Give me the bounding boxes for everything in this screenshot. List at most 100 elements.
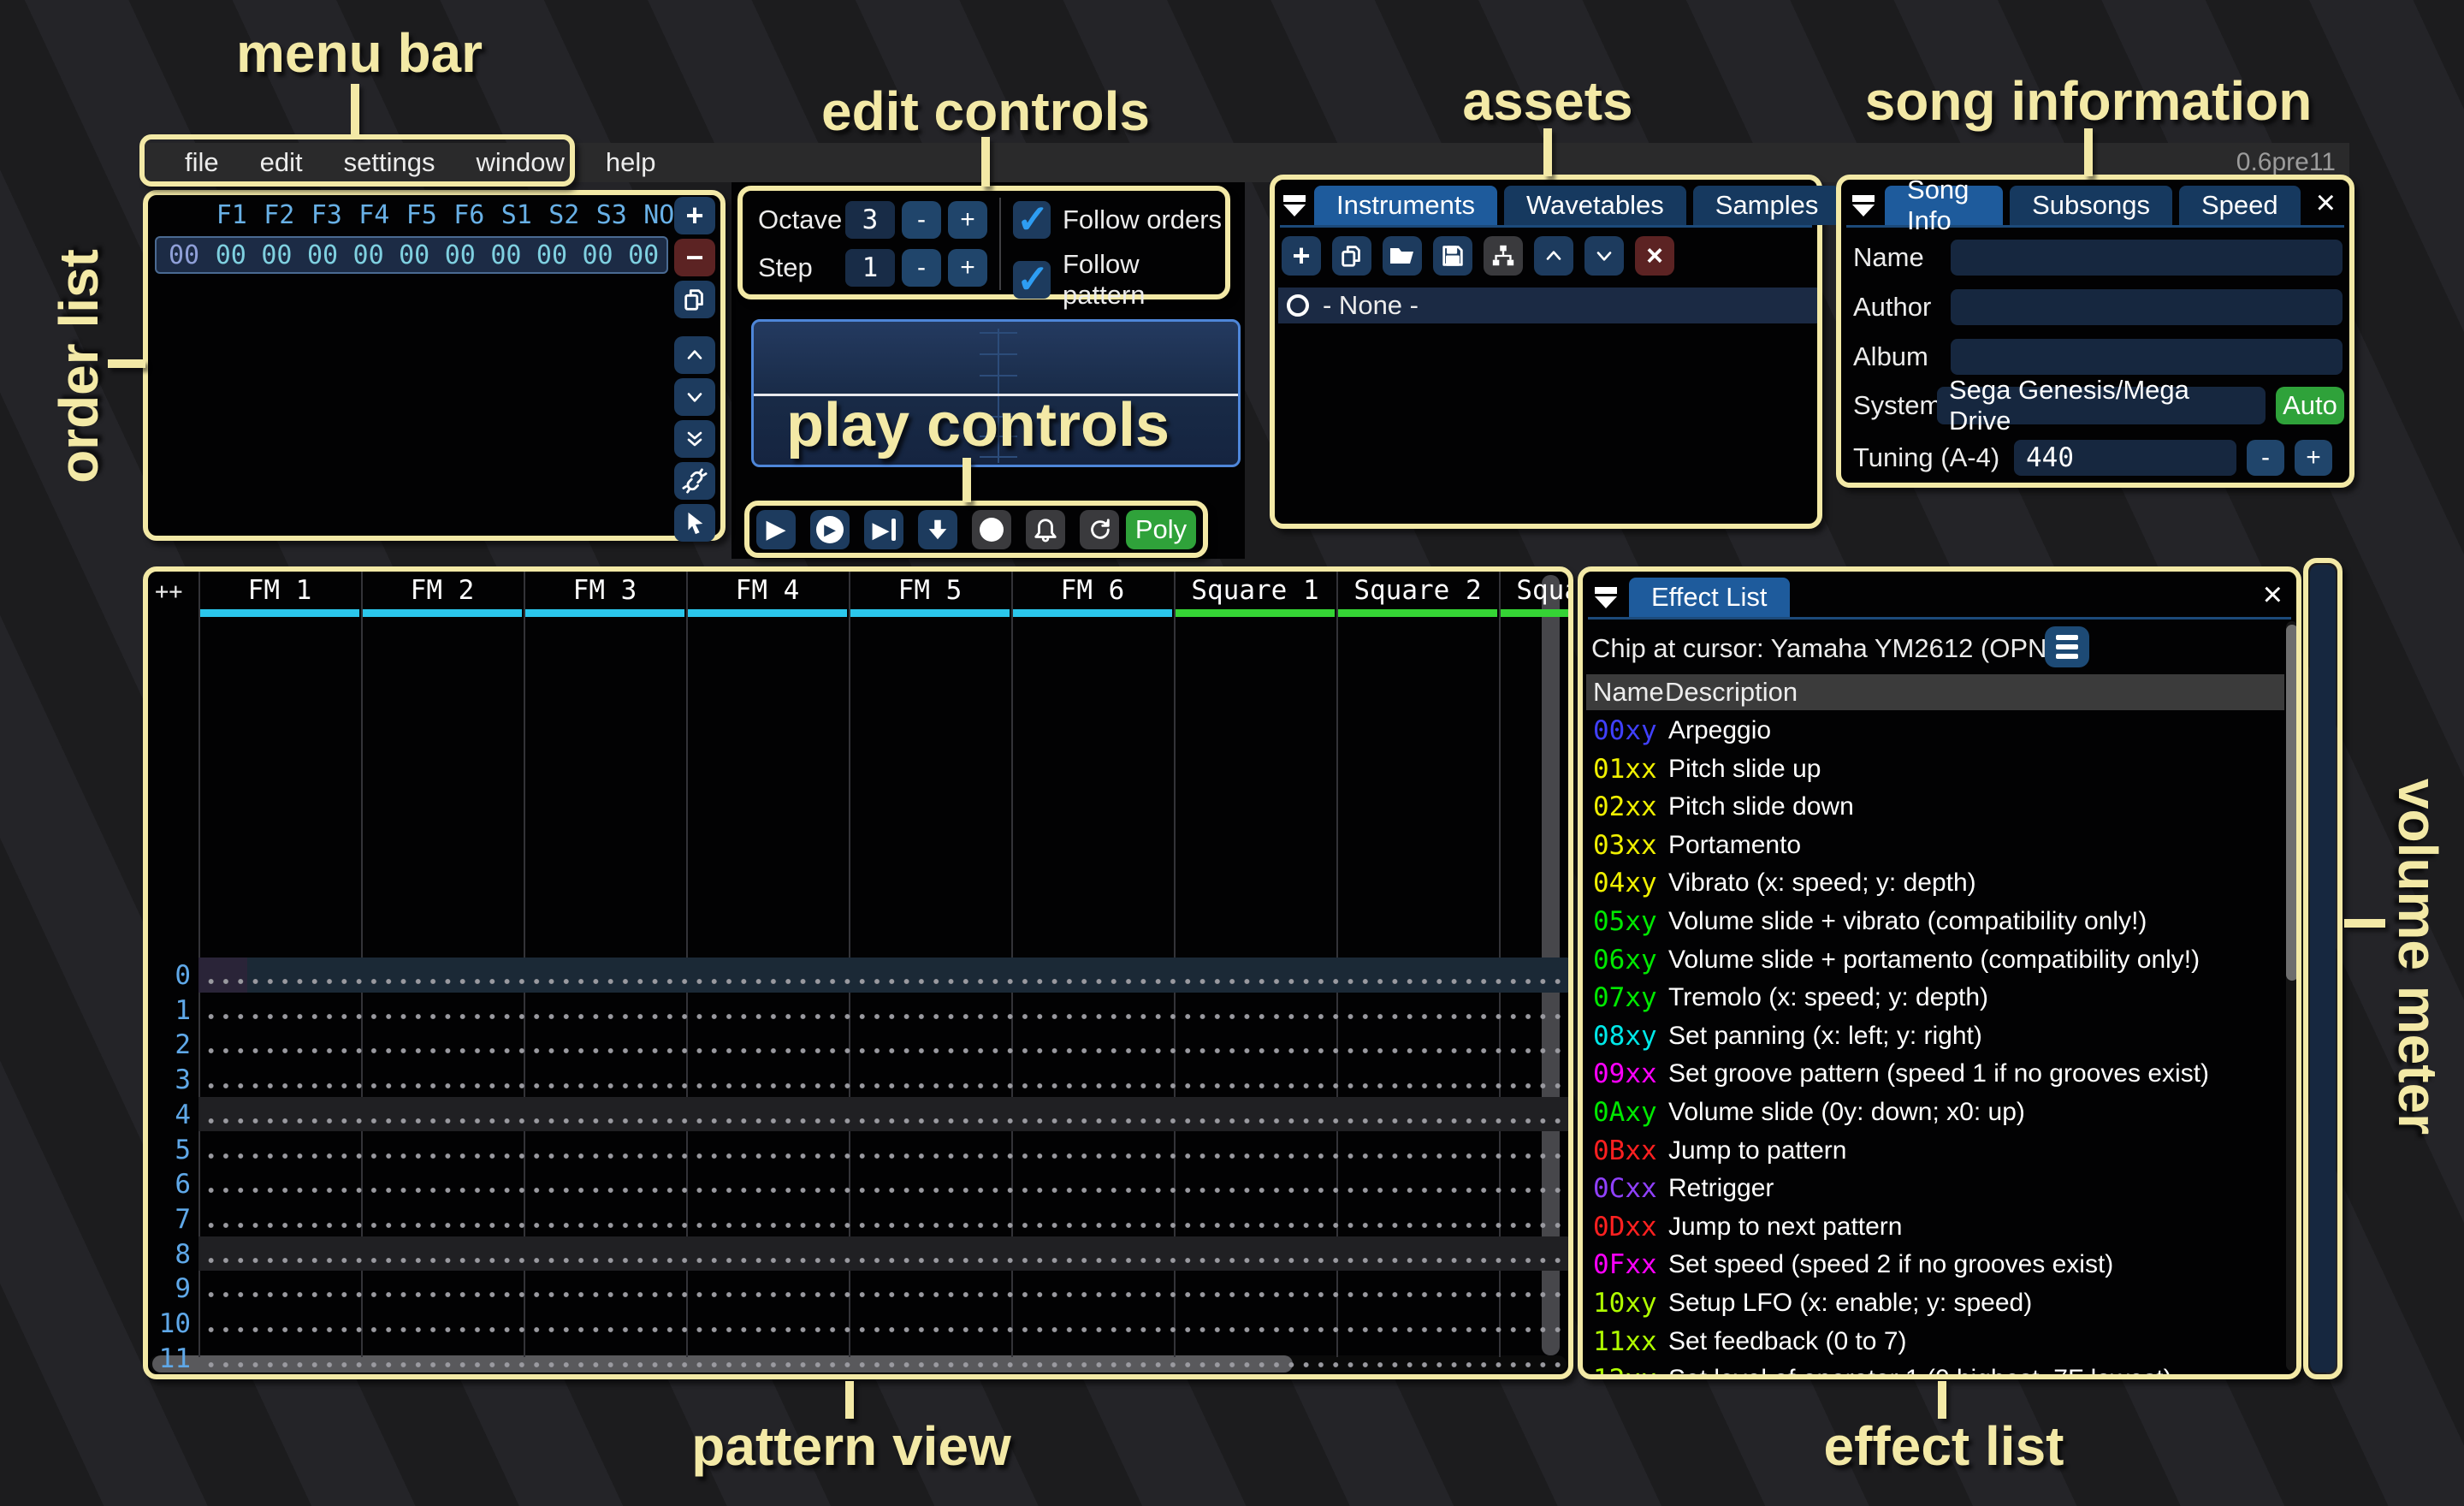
effect-row[interactable]: 02xxPitch slide down xyxy=(1593,788,2271,826)
order-cell[interactable]: 00 xyxy=(437,240,483,270)
order-cell[interactable]: 00 xyxy=(208,240,254,270)
order-column-S2[interactable]: S2 xyxy=(541,200,589,230)
step-value[interactable]: 1 xyxy=(845,249,895,287)
close-icon[interactable]: × xyxy=(2307,186,2344,220)
channel-header-fm-1[interactable]: FM 1 xyxy=(198,573,361,608)
follow-orders-checkbox[interactable]: ✓ xyxy=(1013,201,1051,239)
toggle-folders-button[interactable] xyxy=(1484,236,1523,276)
tab-samples[interactable]: Samples xyxy=(1693,186,1841,225)
effect-row[interactable]: 06xyVolume slide + portamento (compatibi… xyxy=(1593,941,2271,979)
move-up-button[interactable] xyxy=(1534,236,1573,276)
empty-pattern-cells[interactable] xyxy=(204,1325,1573,1335)
order-cell[interactable]: 00 xyxy=(620,240,666,270)
step-increase-button[interactable]: + xyxy=(948,249,987,287)
tuning-field[interactable]: 440 xyxy=(2014,440,2236,476)
effect-row[interactable]: 03xxPortamento xyxy=(1593,827,2271,864)
octave-value[interactable]: 3 xyxy=(845,201,895,239)
effect-row[interactable]: 05xyVolume slide + vibrato (compatibilit… xyxy=(1593,903,2271,940)
octave-increase-button[interactable]: + xyxy=(948,201,987,239)
duplicate-to-end-button[interactable] xyxy=(674,420,715,458)
empty-pattern-cells[interactable] xyxy=(204,1116,1573,1126)
effect-row[interactable]: 0DxxJump to next pattern xyxy=(1593,1208,2271,1246)
move-up-button[interactable] xyxy=(674,336,715,374)
effect-row[interactable]: 0FxxSet speed (speed 2 if no grooves exi… xyxy=(1593,1246,2271,1284)
order-column-F3[interactable]: F3 xyxy=(303,200,351,230)
empty-pattern-cells[interactable] xyxy=(204,1360,1573,1370)
effect-row[interactable]: 08xySet panning (x: left; y: right) xyxy=(1593,1017,2271,1055)
tab-wavetables[interactable]: Wavetables xyxy=(1504,186,1686,225)
move-down-button[interactable] xyxy=(674,378,715,416)
order-column-S3[interactable]: S3 xyxy=(588,200,636,230)
follow-orders-row[interactable]: ✓ Follow orders xyxy=(1013,201,1222,239)
order-cell[interactable]: 00 xyxy=(254,240,300,270)
asset-list-item[interactable]: - None - xyxy=(1278,288,1817,323)
channel-header-fm-5[interactable]: FM 5 xyxy=(849,573,1011,608)
save-button[interactable] xyxy=(1433,236,1472,276)
metronome-button[interactable] xyxy=(1026,510,1065,549)
order-column-F4[interactable]: F4 xyxy=(351,200,399,230)
window-menu-icon[interactable] xyxy=(1283,191,1306,220)
open-button[interactable] xyxy=(1383,236,1422,276)
channel-header-square-1[interactable]: Square 1 xyxy=(1174,573,1336,608)
channel-header-square-2[interactable]: Square 2 xyxy=(1336,573,1499,608)
empty-pattern-cells[interactable] xyxy=(204,1185,1573,1195)
effect-row[interactable]: 07xyTremolo (x: speed; y: depth) xyxy=(1593,979,2271,1017)
remove-button[interactable]: − xyxy=(674,239,715,276)
menu-help[interactable]: help xyxy=(585,147,677,178)
move-cursor-down-button[interactable] xyxy=(918,510,957,549)
play-button[interactable]: ▶ xyxy=(756,510,796,549)
add-button[interactable]: + xyxy=(1282,236,1321,276)
tuning-increase-button[interactable]: + xyxy=(2295,440,2332,476)
order-column-F6[interactable]: F6 xyxy=(446,200,494,230)
tuning-decrease-button[interactable]: - xyxy=(2247,440,2284,476)
order-cell[interactable]: 00 xyxy=(299,240,346,270)
window-menu-icon[interactable] xyxy=(1850,191,1876,220)
poly-button[interactable]: Poly xyxy=(1126,510,1196,549)
order-cell[interactable]: 00 xyxy=(529,240,575,270)
album-field[interactable] xyxy=(1951,339,2343,375)
tab-instruments[interactable]: Instruments xyxy=(1314,186,1497,225)
effect-row[interactable]: 11xxSet feedback (0 to 7) xyxy=(1593,1323,2271,1361)
deep-clone-button[interactable] xyxy=(674,462,715,500)
effect-row[interactable]: 00xyArpeggio xyxy=(1593,712,2271,750)
effect-list-scrollbar-thumb[interactable] xyxy=(2286,625,2298,981)
effect-row[interactable]: 04xyVibrato (x: speed; y: depth) xyxy=(1593,864,2271,902)
pattern-cursor-cell[interactable] xyxy=(198,958,247,993)
order-column-F5[interactable]: F5 xyxy=(398,200,446,230)
auto-button[interactable]: Auto xyxy=(2276,387,2344,424)
add-button[interactable]: + xyxy=(674,197,715,234)
order-column-F1[interactable]: F1 xyxy=(208,200,256,230)
order-column-F2[interactable]: F2 xyxy=(256,200,304,230)
channel-header-fm-6[interactable]: FM 6 xyxy=(1011,573,1174,608)
delete-button[interactable]: × xyxy=(1635,236,1674,276)
author-field[interactable] xyxy=(1951,289,2343,325)
effect-row[interactable]: 0CxxRetrigger xyxy=(1593,1170,2271,1207)
empty-pattern-cells[interactable] xyxy=(204,1081,1573,1091)
tab-speed[interactable]: Speed xyxy=(2179,186,2301,225)
duplicate-button[interactable] xyxy=(1332,236,1371,276)
step-one-row-button[interactable]: ▶ xyxy=(864,510,903,549)
effect-row[interactable]: 0AxyVolume slide (0y: down; x0: up) xyxy=(1593,1094,2271,1131)
effect-list-scrollbar-track[interactable] xyxy=(2286,621,2298,1371)
effect-row[interactable]: 01xxPitch slide up xyxy=(1593,750,2271,788)
move-down-button[interactable] xyxy=(1584,236,1624,276)
order-cell[interactable]: 00 xyxy=(346,240,392,270)
octave-decrease-button[interactable]: - xyxy=(902,201,941,239)
name-field[interactable] xyxy=(1951,240,2343,276)
tab-song-info[interactable]: Song Info xyxy=(1885,186,2003,225)
system-select[interactable]: Sega Genesis/Mega Drive xyxy=(1937,387,2266,424)
channel-header-fm-2[interactable]: FM 2 xyxy=(361,573,524,608)
effect-row[interactable]: 09xxSet groove pattern (speed 1 if no gr… xyxy=(1593,1055,2271,1093)
order-edit-mode-button[interactable] xyxy=(674,504,715,542)
repeat-pattern-button[interactable] xyxy=(1080,510,1119,549)
empty-pattern-cells[interactable] xyxy=(204,976,1573,987)
order-column-S1[interactable]: S1 xyxy=(493,200,541,230)
empty-pattern-cells[interactable] xyxy=(204,1255,1573,1266)
empty-pattern-cells[interactable] xyxy=(204,1046,1573,1056)
channel-header-fm-3[interactable]: FM 3 xyxy=(524,573,686,608)
record-button[interactable] xyxy=(972,510,1011,549)
empty-pattern-cells[interactable] xyxy=(204,1220,1573,1230)
effect-row[interactable]: 10xySetup LFO (x: enable; y: speed) xyxy=(1593,1284,2271,1322)
empty-pattern-cells[interactable] xyxy=(204,1290,1573,1300)
follow-pattern-row[interactable]: ✓ Follow pattern xyxy=(1013,249,1225,311)
